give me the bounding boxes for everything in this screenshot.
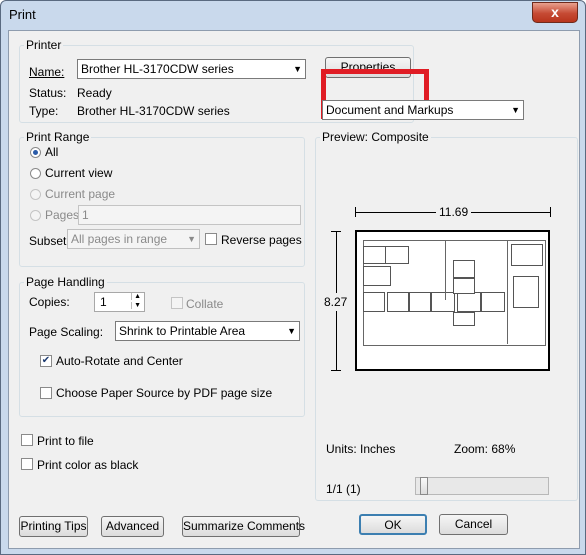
paper-source-label[interactable]: Choose Paper Source by PDF page size — [56, 386, 272, 400]
all-label[interactable]: All — [45, 145, 58, 159]
preview-cell — [513, 276, 539, 308]
close-icon: x — [551, 4, 559, 20]
cancel-button[interactable]: Cancel — [439, 514, 508, 535]
printer-group-label: Printer — [24, 38, 64, 52]
preview-cell — [363, 292, 385, 312]
summarize-comments-button[interactable]: Summarize Comments — [182, 516, 305, 537]
current-view-label[interactable]: Current view — [45, 166, 112, 180]
title-bar[interactable]: Print x — [1, 1, 585, 31]
pages-radio — [30, 210, 41, 221]
preview-cell — [457, 292, 481, 312]
ok-button[interactable]: OK — [359, 514, 427, 535]
window-title: Print — [9, 7, 36, 22]
print-dialog: Print x Printer Name: Brother HL-3170CDW… — [0, 0, 586, 555]
chevron-down-icon: ▼ — [293, 64, 302, 74]
advanced-button[interactable]: Advanced — [101, 516, 164, 537]
height-tick-bottom — [331, 370, 341, 371]
auto-rotate-label[interactable]: Auto-Rotate and Center — [56, 354, 183, 368]
width-dimension-label: 11.69 — [436, 205, 472, 219]
page-scaling-select[interactable]: Shrink to Printable Area ▼ — [115, 321, 300, 341]
page-indicator: 1/1 (1) — [326, 482, 361, 496]
close-button[interactable]: x — [532, 2, 578, 23]
zoom-label: Zoom: 68% — [454, 442, 516, 456]
page-handling-label: Page Handling — [24, 275, 107, 289]
copies-label: Copies: — [29, 295, 70, 309]
current-page-radio — [30, 189, 41, 200]
preview-cell — [387, 292, 409, 312]
chevron-down-icon: ▼ — [287, 326, 296, 336]
print-range-label: Print Range — [24, 130, 92, 144]
height-dimension-label: 8.27 — [324, 293, 348, 311]
print-to-file-label[interactable]: Print to file — [37, 434, 94, 448]
comments-forms-value: Document and Markups — [326, 103, 454, 117]
page-preview — [355, 230, 550, 371]
preview-cell — [453, 312, 475, 326]
spin-down-icon[interactable]: ▼ — [131, 302, 143, 309]
preview-divider — [445, 240, 446, 300]
chevron-down-icon: ▼ — [187, 234, 196, 244]
auto-rotate-checkbox[interactable]: ✔ — [40, 355, 52, 367]
width-tick-left — [355, 207, 356, 217]
print-to-file-checkbox[interactable] — [21, 434, 33, 446]
copies-input[interactable]: 1 ▲ ▼ — [94, 292, 145, 312]
preview-cell — [409, 292, 431, 312]
type-label: Type: — [29, 104, 59, 118]
preview-cell — [363, 246, 387, 264]
print-color-black-checkbox[interactable] — [21, 458, 33, 470]
preview-cell — [431, 292, 455, 312]
print-color-black-label[interactable]: Print color as black — [37, 458, 138, 472]
name-label: Name: — [29, 65, 65, 79]
spin-up-icon[interactable]: ▲ — [131, 293, 143, 300]
collate-label: Collate — [186, 297, 224, 311]
printer-name-select[interactable]: Brother HL-3170CDW series ▼ — [77, 59, 306, 79]
reverse-pages-checkbox[interactable] — [205, 233, 217, 245]
status-label: Status: — [29, 86, 67, 100]
collate-checkbox — [171, 297, 183, 309]
subset-label: Subset: — [29, 234, 70, 248]
width-tick-right — [550, 207, 551, 217]
paper-source-checkbox[interactable] — [40, 387, 52, 399]
subset-select: All pages in range ▼ — [67, 229, 200, 249]
printing-tips-button[interactable]: Printing Tips — [19, 516, 88, 537]
page-slider[interactable] — [415, 477, 549, 495]
reverse-pages-label[interactable]: Reverse pages — [221, 233, 302, 247]
all-radio[interactable] — [30, 147, 41, 158]
pages-input: 1 — [78, 205, 301, 225]
comments-forms-select[interactable]: Document and Markups ▼ — [322, 100, 524, 120]
pages-label: Pages — [45, 208, 80, 222]
preview-cell — [363, 266, 391, 286]
page-scaling-label: Page Scaling: — [29, 325, 104, 339]
preview-cell — [453, 278, 475, 294]
subset-value: All pages in range — [71, 232, 168, 246]
slider-thumb[interactable] — [420, 477, 428, 495]
chevron-down-icon: ▼ — [511, 105, 520, 115]
status-value: Ready — [77, 86, 112, 100]
current-page-label: Current page — [45, 187, 116, 201]
dialog-body: Printer Name: Brother HL-3170CDW series … — [8, 30, 580, 549]
type-value: Brother HL-3170CDW series — [77, 104, 230, 118]
preview-cell — [385, 246, 409, 264]
current-view-radio[interactable] — [30, 168, 41, 179]
units-label: Units: Inches — [326, 442, 396, 456]
preview-label: Preview: Composite — [320, 130, 431, 144]
preview-cell — [511, 244, 543, 266]
page-scaling-value: Shrink to Printable Area — [119, 324, 246, 338]
height-tick-top — [331, 231, 341, 232]
preview-cell — [453, 260, 475, 278]
preview-cell — [481, 292, 505, 312]
preview-divider — [507, 240, 508, 344]
printer-name-value: Brother HL-3170CDW series — [81, 62, 234, 76]
